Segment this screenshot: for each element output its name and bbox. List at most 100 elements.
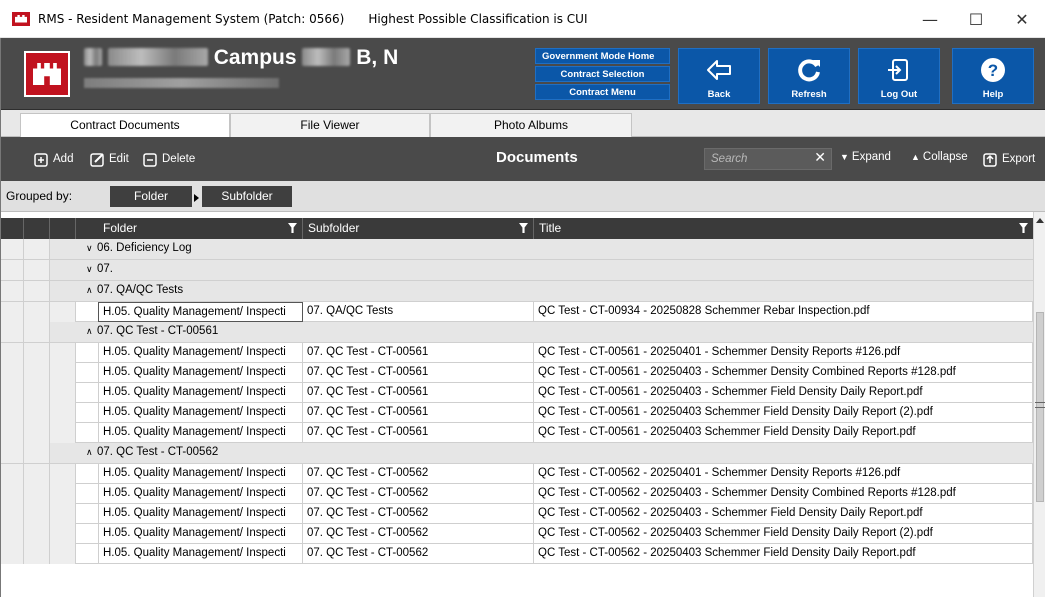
expand-button[interactable]: ▼ Expand [840, 151, 891, 163]
cell-subfolder[interactable]: 07. QC Test - CT-00562 [303, 544, 534, 564]
cell-subfolder[interactable]: 07. QC Test - CT-00561 [303, 383, 534, 403]
cell-title[interactable]: QC Test - CT-00561 - 20250403 - Schemmer… [534, 363, 1033, 383]
row-gutter [50, 343, 76, 363]
add-icon [34, 153, 48, 167]
cell-subfolder[interactable]: 07. QC Test - CT-00562 [303, 524, 534, 544]
search-input[interactable] [705, 149, 805, 169]
table-row[interactable]: H.05. Quality Management/ Inspecti 07. QC… [0, 423, 1033, 443]
cell-folder[interactable]: H.05. Quality Management/ Inspecti [98, 403, 303, 423]
chevron-up-icon[interactable]: ∧ [86, 286, 93, 296]
add-button[interactable]: Add [34, 151, 73, 167]
chevron-up-icon[interactable]: ∧ [86, 448, 93, 458]
cell-folder[interactable]: H.05. Quality Management/ Inspecti [98, 524, 303, 544]
chevron-down-icon[interactable]: ∨ [86, 244, 93, 254]
group-row[interactable]: ∧ 07. QC Test - CT-00561 [0, 322, 1033, 343]
contract-menu-link[interactable]: Contract Menu [535, 84, 670, 100]
group-row[interactable]: ∧ 07. QA/QC Tests [0, 281, 1033, 302]
expand-label: Expand [851, 151, 891, 163]
cell-folder[interactable]: H.05. Quality Management/ Inspecti [98, 544, 303, 564]
group-chip-subfolder[interactable]: Subfolder [202, 186, 292, 207]
cell-title[interactable]: QC Test - CT-00562 - 20250403 Schemmer F… [534, 524, 1033, 544]
cell-title[interactable]: QC Test - CT-00561 - 20250403 Schemmer F… [534, 423, 1033, 443]
filter-icon[interactable] [1019, 223, 1028, 233]
chevron-up-icon[interactable]: ∧ [86, 327, 93, 337]
clear-search-button[interactable]: ✕ [814, 150, 826, 166]
column-header-folder[interactable]: Folder [98, 218, 303, 239]
row-gutter [0, 464, 24, 484]
cell-subfolder[interactable]: 07. QC Test - CT-00561 [303, 403, 534, 423]
cell-subfolder[interactable]: 07. QC Test - CT-00562 [303, 484, 534, 504]
scroll-up-icon[interactable] [1036, 218, 1044, 223]
vertical-scrollbar[interactable] [1033, 212, 1045, 597]
table-row[interactable]: H.05. Quality Management/ Inspecti 07. QC… [0, 484, 1033, 504]
tab-photo-albums[interactable]: Photo Albums [430, 113, 632, 137]
collapse-button[interactable]: ▲ Collapse [911, 151, 968, 163]
column-header-subfolder[interactable]: Subfolder [303, 218, 534, 239]
cell-folder[interactable]: H.05. Quality Management/ Inspecti [98, 423, 303, 443]
mode-links: Government Mode Home Contract Selection … [535, 48, 670, 100]
close-button[interactable]: ✕ [999, 0, 1045, 38]
edit-button[interactable]: Edit [90, 151, 129, 167]
group-row[interactable]: ∨ 06. Deficiency Log [0, 239, 1033, 260]
group-row[interactable]: ∧ 07. QC Test - CT-00562 [0, 443, 1033, 464]
cell-title[interactable]: QC Test - CT-00562 - 20250403 - Schemmer… [534, 504, 1033, 524]
row-gutter [24, 504, 50, 524]
chevron-down-icon[interactable]: ∨ [86, 265, 93, 275]
table-row[interactable]: H.05. Quality Management/ Inspecti 07. QC… [0, 343, 1033, 363]
triangle-down-icon: ▼ [840, 152, 849, 162]
government-mode-home-link[interactable]: Government Mode Home [535, 48, 670, 64]
cell-subfolder[interactable]: 07. QC Test - CT-00562 [303, 464, 534, 484]
refresh-button[interactable]: Refresh [768, 48, 850, 104]
cell-title[interactable]: QC Test - CT-00561 - 20250403 - Schemmer… [534, 383, 1033, 403]
filter-icon[interactable] [519, 223, 528, 233]
table-row[interactable]: H.05. Quality Management/ Inspecti 07. QC… [0, 403, 1033, 423]
group-row[interactable]: ∨ 07. [0, 260, 1033, 281]
table-row[interactable]: H.05. Quality Management/ Inspecti 07. QC… [0, 383, 1033, 403]
redacted-subtitle [84, 78, 279, 88]
table-row[interactable]: H.05. Quality Management/ Inspecti 07. QC… [0, 363, 1033, 383]
cell-title[interactable]: QC Test - CT-00561 - 20250403 Schemmer F… [534, 403, 1033, 423]
row-gutter [24, 423, 50, 443]
table-row[interactable]: H.05. Quality Management/ Inspecti 07. QC… [0, 504, 1033, 524]
delete-button[interactable]: Delete [143, 151, 195, 167]
redacted-text [302, 48, 351, 66]
group-chip-folder[interactable]: Folder [110, 186, 192, 207]
cell-subfolder[interactable]: 07. QA/QC Tests [303, 302, 534, 322]
minimize-button[interactable]: — [907, 0, 953, 38]
tab-file-viewer[interactable]: File Viewer [230, 113, 430, 137]
window-border [0, 38, 1, 597]
cell-title[interactable]: QC Test - CT-00562 - 20250401 - Schemmer… [534, 464, 1033, 484]
cell-folder[interactable]: H.05. Quality Management/ Inspecti [98, 504, 303, 524]
filter-icon[interactable] [288, 223, 297, 233]
cell-subfolder[interactable]: 07. QC Test - CT-00562 [303, 504, 534, 524]
cell-folder[interactable]: H.05. Quality Management/ Inspecti [98, 343, 303, 363]
cell-title[interactable]: QC Test - CT-00561 - 20250401 - Schemmer… [534, 343, 1033, 363]
table-row[interactable]: H.05. Quality Management/ Inspecti 07. QC… [0, 464, 1033, 484]
cell-folder[interactable]: H.05. Quality Management/ Inspecti [98, 383, 303, 403]
cell-folder[interactable]: H.05. Quality Management/ Inspecti [98, 464, 303, 484]
documents-title: Documents [496, 149, 578, 166]
maximize-button[interactable]: ☐ [953, 0, 999, 38]
row-gutter [24, 281, 50, 302]
tab-contract-documents[interactable]: Contract Documents [20, 113, 230, 138]
cell-folder[interactable]: H.05. Quality Management/ Inspecti [98, 363, 303, 383]
cell-title[interactable]: QC Test - CT-00562 - 20250403 - Schemmer… [534, 484, 1033, 504]
table-row[interactable]: H.05. Quality Management/ Inspecti 07. QC… [0, 524, 1033, 544]
help-button[interactable]: ? Help [952, 48, 1034, 104]
cell-subfolder[interactable]: 07. QC Test - CT-00561 [303, 423, 534, 443]
table-row[interactable]: H.05. Quality Management/ Inspecti 07. QC… [0, 544, 1033, 564]
column-header-title[interactable]: Title [534, 218, 1033, 239]
logout-button[interactable]: Log Out [858, 48, 940, 104]
cell-title[interactable]: QC Test - CT-00562 - 20250403 Schemmer F… [534, 544, 1033, 564]
cell-subfolder[interactable]: 07. QC Test - CT-00561 [303, 343, 534, 363]
cell-subfolder[interactable]: 07. QC Test - CT-00561 [303, 363, 534, 383]
cell-title[interactable]: QC Test - CT-00934 - 20250828 Schemmer R… [534, 302, 1033, 322]
contract-selection-link[interactable]: Contract Selection [535, 66, 670, 82]
cell-folder[interactable]: H.05. Quality Management/ Inspecti [98, 302, 303, 322]
table-row[interactable]: H.05. Quality Management/ Inspecti 07. QA… [0, 302, 1033, 322]
cell-folder[interactable]: H.05. Quality Management/ Inspecti [98, 484, 303, 504]
back-button[interactable]: Back [678, 48, 760, 104]
row-gutter [24, 544, 50, 564]
export-button[interactable]: Export [983, 151, 1035, 167]
contract-campus-title: Campus B, N [84, 46, 398, 70]
